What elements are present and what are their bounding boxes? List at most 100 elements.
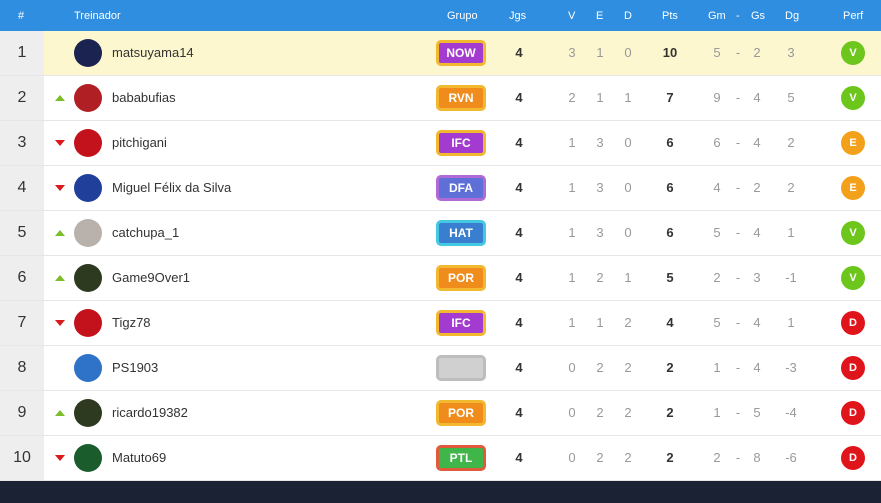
points-cell: 10 [662, 45, 678, 60]
performance-badge: E [841, 131, 865, 155]
avatar[interactable] [74, 354, 102, 382]
table-row[interactable]: 10 Matuto69 PTL 4 0 2 2 2 2-8 -6 D [0, 436, 881, 481]
goal-difference-cell: 1 [787, 225, 795, 240]
losses-cell: 2 [624, 450, 632, 465]
header-goals-against[interactable]: Gs [751, 10, 765, 22]
table-row[interactable]: 5 catchupa_1 HAT 4 1 3 0 6 5-4 1 V [0, 211, 881, 256]
performance-badge: D [841, 356, 865, 380]
coach-name[interactable]: bababufias [112, 90, 176, 105]
wins-cell: 1 [568, 225, 576, 240]
goal-difference-cell: 5 [787, 90, 795, 105]
performance-badge: D [841, 446, 865, 470]
trend-up-icon [55, 230, 65, 236]
performance-badge: D [841, 401, 865, 425]
header-goals-for[interactable]: Gm [708, 10, 726, 22]
group-badge[interactable]: RVN [436, 85, 486, 111]
avatar[interactable] [74, 444, 102, 472]
draws-cell: 3 [596, 135, 604, 150]
goals-for-cell: 1 [713, 360, 721, 375]
goals-separator-cell: - [735, 405, 741, 420]
coach-name[interactable]: matsuyama14 [112, 45, 194, 60]
goals-against-cell: 4 [753, 225, 761, 240]
goal-difference-cell: -6 [785, 450, 797, 465]
wins-cell: 0 [568, 405, 576, 420]
goals-for-cell: 5 [713, 315, 721, 330]
group-badge[interactable]: PTL [436, 445, 486, 471]
losses-cell: 0 [624, 135, 632, 150]
avatar[interactable] [74, 39, 102, 67]
position-cell: 7 [0, 301, 44, 345]
coach-name[interactable]: Game9Over1 [112, 270, 190, 285]
coach-name[interactable]: ricardo19382 [112, 405, 188, 420]
losses-cell: 0 [624, 45, 632, 60]
draws-cell: 2 [596, 360, 604, 375]
header-separator: - [736, 10, 740, 22]
draws-cell: 1 [596, 90, 604, 105]
header-performance[interactable]: Perf [843, 10, 863, 22]
standings-table: # Treinador Grupo Jgs V E D Pts Gm - Gs … [0, 0, 881, 481]
header-goal-diff[interactable]: Dg [785, 10, 799, 22]
coach-name[interactable]: pitchigani [112, 135, 167, 150]
table-row[interactable]: 4 Miguel Félix da Silva DFA 4 1 3 0 6 4-2 2 E [0, 166, 881, 211]
table-row[interactable]: 1 matsuyama14 NOW 4 3 1 0 10 5-2 3 V [0, 31, 881, 76]
avatar[interactable] [74, 399, 102, 427]
header-wins[interactable]: V [568, 10, 575, 22]
goals-against-cell: 8 [753, 450, 761, 465]
games-played-cell: 4 [515, 360, 523, 375]
avatar[interactable] [74, 129, 102, 157]
header-draws[interactable]: E [596, 10, 603, 22]
goals-against-cell: 3 [753, 270, 761, 285]
games-played-cell: 4 [515, 270, 523, 285]
avatar[interactable] [74, 174, 102, 202]
goals-against-cell: 4 [753, 90, 761, 105]
goals-for-cell: 4 [713, 180, 721, 195]
table-row[interactable]: 2 bababufias RVN 4 2 1 1 7 9-4 5 V [0, 76, 881, 121]
performance-badge: V [841, 41, 865, 65]
coach-name[interactable]: PS1903 [112, 360, 158, 375]
table-row[interactable]: 6 Game9Over1 POR 4 1 2 1 5 2-3 -1 V [0, 256, 881, 301]
table-row[interactable]: 3 pitchigani IFC 4 1 3 0 6 6-4 2 E [0, 121, 881, 166]
group-badge[interactable]: POR [436, 400, 486, 426]
coach-name[interactable]: catchupa_1 [112, 225, 179, 240]
losses-cell: 2 [624, 405, 632, 420]
points-cell: 2 [666, 405, 674, 420]
position-cell: 4 [0, 166, 44, 210]
coach-name[interactable]: Miguel Félix da Silva [112, 180, 231, 195]
header-coach[interactable]: Treinador [74, 10, 121, 22]
group-badge[interactable]: IFC [436, 130, 486, 156]
group-badge[interactable]: DFA [436, 175, 486, 201]
avatar[interactable] [74, 264, 102, 292]
group-badge[interactable]: HAT [436, 220, 486, 246]
avatar[interactable] [74, 84, 102, 112]
table-header: # Treinador Grupo Jgs V E D Pts Gm - Gs … [0, 0, 881, 31]
table-row[interactable]: 9 ricardo19382 POR 4 0 2 2 2 1-5 -4 D [0, 391, 881, 436]
group-badge[interactable]: NOW [436, 40, 486, 66]
header-group[interactable]: Grupo [447, 10, 478, 22]
group-badge[interactable] [436, 355, 486, 381]
points-cell: 7 [666, 90, 674, 105]
avatar[interactable] [74, 219, 102, 247]
draws-cell: 1 [596, 45, 604, 60]
coach-name[interactable]: Tigz78 [112, 315, 151, 330]
goal-difference-cell: -1 [785, 270, 797, 285]
group-badge[interactable]: POR [436, 265, 486, 291]
performance-badge: V [841, 86, 865, 110]
header-points[interactable]: Pts [662, 10, 678, 22]
coach-name[interactable]: Matuto69 [112, 450, 166, 465]
header-losses[interactable]: D [624, 10, 632, 22]
table-row[interactable]: 8 PS1903 4 0 2 2 2 1-4 -3 D [0, 346, 881, 391]
games-played-cell: 4 [515, 405, 523, 420]
games-played-cell: 4 [515, 225, 523, 240]
trend-up-icon [55, 410, 65, 416]
group-badge[interactable]: IFC [436, 310, 486, 336]
trend-up-icon [55, 275, 65, 281]
avatar[interactable] [74, 309, 102, 337]
performance-badge: V [841, 221, 865, 245]
losses-cell: 2 [624, 315, 632, 330]
table-row[interactable]: 7 Tigz78 IFC 4 1 1 2 4 5-4 1 D [0, 301, 881, 346]
goals-separator-cell: - [735, 450, 741, 465]
header-games[interactable]: Jgs [509, 10, 526, 22]
goal-difference-cell: -3 [785, 360, 797, 375]
goals-separator-cell: - [735, 90, 741, 105]
goals-separator-cell: - [735, 135, 741, 150]
